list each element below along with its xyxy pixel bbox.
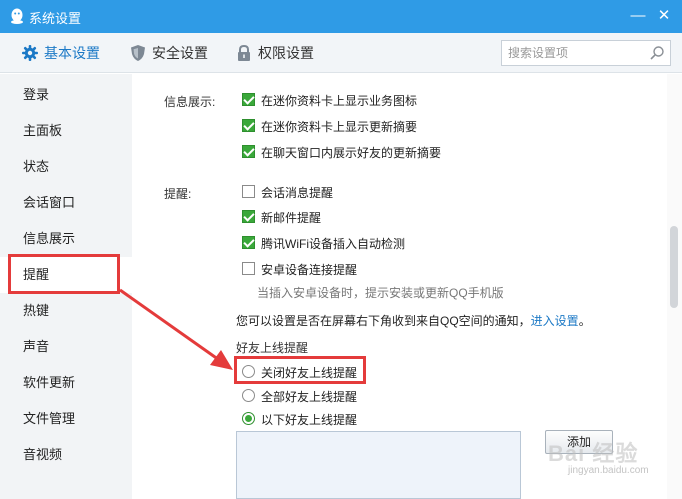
lock-icon <box>238 44 250 61</box>
option-label: 腾讯WiFi设备插入自动检测 <box>261 237 405 251</box>
sidebar-item-sound[interactable]: 声音 <box>0 329 132 365</box>
window-title: 系统设置 <box>29 11 82 26</box>
option-label: 以下好友上线提醒 <box>261 413 358 427</box>
qq-logo-icon <box>11 8 23 24</box>
radio-button[interactable] <box>242 389 255 402</box>
checkbox[interactable] <box>242 185 255 198</box>
tab-basic-settings[interactable]: 基本设置 <box>21 33 111 73</box>
gear-icon <box>22 45 38 61</box>
shield-icon <box>131 45 145 61</box>
checkbox[interactable] <box>242 262 255 275</box>
option-label: 会话消息提醒 <box>261 186 334 200</box>
tab-security-settings[interactable]: 安全设置 <box>129 33 219 73</box>
close-button[interactable]: ✕ <box>653 6 675 26</box>
info-display-label: 信息展示: <box>164 95 216 109</box>
sidebar-item-software-update[interactable]: 软件更新 <box>0 365 132 401</box>
friend-list-box[interactable] <box>236 431 521 499</box>
sidebar-item-login[interactable]: 登录 <box>0 77 132 113</box>
checkbox[interactable] <box>242 145 255 158</box>
checkbox[interactable] <box>242 93 255 106</box>
sidebar-item-main-panel[interactable]: 主面板 <box>0 113 132 149</box>
qzone-notice: 您可以设置是否在屏幕右下角收到来自QQ空间的通知，进入设置。 <box>236 312 591 329</box>
baidu-watermark-url: jingyan.baidu.com <box>568 465 649 476</box>
sidebar-item-status[interactable]: 状态 <box>0 149 132 185</box>
option-label: 全部好友上线提醒 <box>261 390 358 404</box>
checkbox[interactable] <box>242 236 255 249</box>
sidebar-item-file-management[interactable]: 文件管理 <box>0 401 132 437</box>
radio-button[interactable] <box>242 412 255 425</box>
option-label: 关闭好友上线提醒 <box>261 366 358 380</box>
sidebar-item-chat-window[interactable]: 会话窗口 <box>0 185 132 221</box>
checkbox[interactable] <box>242 119 255 132</box>
tab-permission-settings[interactable]: 权限设置 <box>235 33 325 73</box>
scrollbar-thumb[interactable] <box>670 226 678 308</box>
option-label: 在迷你资料卡上显示更新摘要 <box>261 120 418 134</box>
settings-sidebar: 登录 主面板 状态 会话窗口 信息展示 提醒 热键 声音 软件更新 文件管理 音… <box>0 74 132 499</box>
title-bar: 系统设置 — ✕ <box>0 0 682 33</box>
sidebar-item-hotkeys[interactable]: 热键 <box>0 293 132 329</box>
option-label: 安卓设备连接提醒 <box>261 263 358 277</box>
option-label: 新邮件提醒 <box>261 211 322 225</box>
friend-online-heading: 好友上线提醒 <box>236 341 309 355</box>
settings-search-box <box>501 40 671 66</box>
android-hint-text: 当插入安卓设备时，提示安装或更新QQ手机版 <box>257 286 504 300</box>
checkbox[interactable] <box>242 210 255 223</box>
option-label: 在聊天窗口内展示好友的更新摘要 <box>261 146 442 160</box>
sidebar-item-audio-video[interactable]: 音视频 <box>0 437 132 473</box>
tab-label: 基本设置 <box>44 45 100 61</box>
radio-button[interactable] <box>242 365 255 378</box>
sidebar-item-info-display[interactable]: 信息展示 <box>0 221 132 257</box>
tab-label: 安全设置 <box>152 45 208 61</box>
content-scrollbar[interactable] <box>667 74 682 499</box>
minimize-button[interactable]: — <box>627 6 649 26</box>
reminders-label: 提醒: <box>164 187 192 201</box>
qzone-notice-text: 您可以设置是否在屏幕右下角收到来自QQ空间的通知， <box>236 314 531 328</box>
tab-label: 权限设置 <box>258 45 314 61</box>
option-label: 在迷你资料卡上显示业务图标 <box>261 94 418 108</box>
search-icon[interactable] <box>649 45 665 61</box>
sidebar-item-reminders[interactable]: 提醒 <box>0 257 132 293</box>
baidu-watermark: Bai 经验 <box>548 441 639 466</box>
qzone-notice-end: 。 <box>578 314 591 328</box>
qzone-settings-link[interactable]: 进入设置 <box>531 314 579 328</box>
search-input[interactable] <box>508 44 648 62</box>
